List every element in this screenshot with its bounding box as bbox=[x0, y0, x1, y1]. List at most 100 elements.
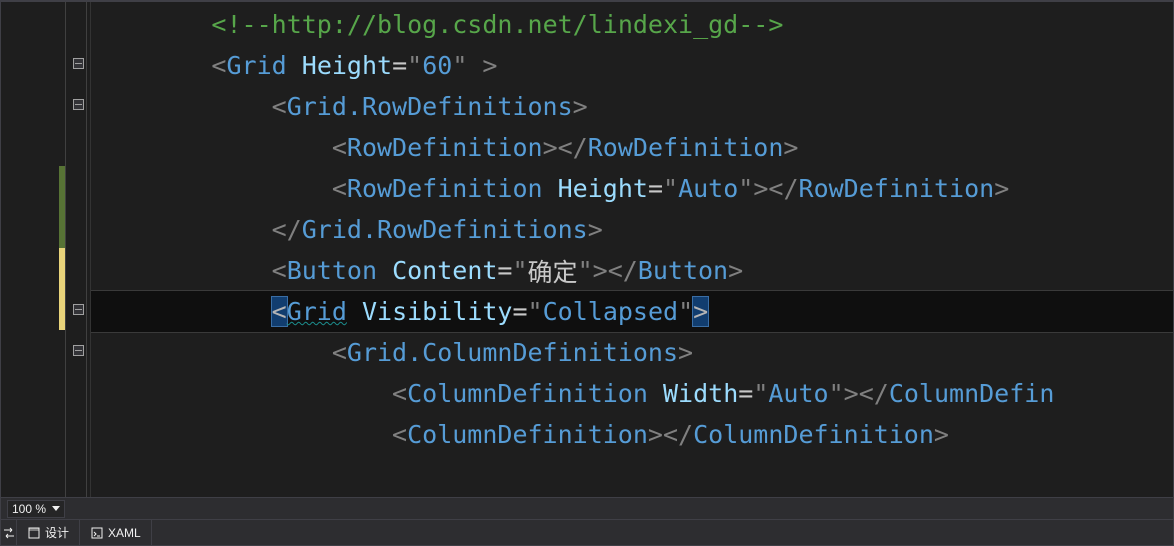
attr-value: Collapsed bbox=[543, 297, 678, 326]
quote: " bbox=[738, 174, 753, 203]
bracket: </ bbox=[558, 133, 588, 162]
change-marker bbox=[59, 248, 65, 289]
fold-toggle-icon[interactable] bbox=[73, 345, 84, 356]
change-marker bbox=[59, 207, 65, 248]
fold-toggle-icon[interactable] bbox=[73, 99, 84, 110]
bracket: > bbox=[753, 174, 768, 203]
equals: = bbox=[648, 174, 663, 203]
bracket: > bbox=[593, 256, 608, 285]
indent bbox=[91, 215, 272, 244]
tag-name: ColumnDefinition bbox=[693, 420, 934, 449]
code-line[interactable]: <!--http://blog.csdn.net/lindexi_gd--> bbox=[91, 4, 1173, 45]
code-line[interactable]: </Grid.RowDefinitions> bbox=[91, 209, 1173, 250]
bracket: > bbox=[994, 174, 1009, 203]
bracket: > bbox=[467, 51, 497, 80]
bracket: </ bbox=[608, 256, 638, 285]
xml-comment-open: <!-- bbox=[211, 10, 271, 39]
bracket: </ bbox=[663, 420, 693, 449]
zoom-combobox[interactable]: 100 % bbox=[7, 500, 65, 518]
gutter-row bbox=[1, 412, 90, 453]
space bbox=[287, 51, 302, 80]
code-line[interactable]: <Grid.ColumnDefinitions> bbox=[91, 332, 1173, 373]
bracket: > bbox=[543, 133, 558, 162]
tab-xaml[interactable]: XAML bbox=[80, 520, 152, 545]
bracket: > bbox=[934, 420, 949, 449]
gutter-row bbox=[1, 166, 90, 207]
code-line[interactable]: <Button Content="确定"></Button> bbox=[91, 250, 1173, 291]
code-line[interactable]: <ColumnDefinition></ColumnDefinition> bbox=[91, 414, 1173, 455]
equals: = bbox=[497, 256, 512, 285]
zoom-bar: 100 % bbox=[1, 497, 1173, 519]
gutter-row bbox=[1, 125, 90, 166]
bracket: </ bbox=[859, 379, 889, 408]
indent bbox=[91, 379, 392, 408]
tag-name: RowDefinition bbox=[588, 133, 784, 162]
gutter-row bbox=[1, 248, 90, 289]
bracket: > bbox=[573, 92, 588, 121]
bottom-tab-strip: 设计 XAML bbox=[1, 519, 1173, 545]
tag-name: ColumnDefinition bbox=[407, 420, 648, 449]
code-line[interactable]: <Grid.RowDefinitions> bbox=[91, 86, 1173, 127]
tag-name: Grid.RowDefinitions bbox=[287, 92, 573, 121]
xml-comment-close: --> bbox=[738, 10, 783, 39]
swap-panes-button[interactable] bbox=[1, 520, 17, 545]
xml-comment-text: http://blog.csdn.net/lindexi_gd bbox=[272, 10, 739, 39]
bracket: > bbox=[728, 256, 743, 285]
bracket: > bbox=[678, 338, 693, 367]
tab-label: XAML bbox=[108, 526, 141, 540]
quote: " bbox=[528, 297, 543, 326]
bracket: < bbox=[332, 174, 347, 203]
gutter-row bbox=[1, 43, 90, 84]
bracket: > bbox=[588, 215, 603, 244]
attr-value: 60 bbox=[422, 51, 452, 80]
indent bbox=[91, 133, 332, 162]
space bbox=[648, 379, 663, 408]
code-line[interactable]: <Grid Height="60" > bbox=[91, 45, 1173, 86]
space bbox=[347, 297, 362, 326]
code-line[interactable]: <RowDefinition></RowDefinition> bbox=[91, 127, 1173, 168]
equals: = bbox=[512, 297, 527, 326]
tab-label: 设计 bbox=[45, 524, 69, 541]
fold-toggle-icon[interactable] bbox=[73, 58, 84, 69]
chevron-down-icon bbox=[52, 506, 60, 511]
attr-value: 确定 bbox=[528, 253, 578, 289]
tag-name: RowDefinition bbox=[347, 174, 543, 203]
bracket: < bbox=[211, 51, 226, 80]
fold-toggle-icon[interactable] bbox=[73, 304, 84, 315]
bracket: > bbox=[783, 133, 798, 162]
change-marker bbox=[59, 166, 65, 207]
code-line-current[interactable]: <Grid Visibility="Collapsed"> bbox=[91, 291, 1173, 332]
code-line[interactable]: <RowDefinition Height="Auto"></RowDefini… bbox=[91, 168, 1173, 209]
tag-name: RowDefinition bbox=[347, 133, 543, 162]
tag-name: ColumnDefin bbox=[889, 379, 1055, 408]
editor-window: <!--http://blog.csdn.net/lindexi_gd--> <… bbox=[0, 0, 1174, 546]
bracket: < bbox=[332, 133, 347, 162]
bracket-highlight: < bbox=[272, 297, 287, 326]
tag-name: RowDefinition bbox=[799, 174, 995, 203]
quote: " bbox=[829, 379, 844, 408]
change-marker bbox=[59, 289, 65, 330]
attr-name: Visibility bbox=[362, 297, 513, 326]
indent bbox=[91, 338, 332, 367]
indent bbox=[91, 256, 272, 285]
bracket: </ bbox=[768, 174, 798, 203]
attr-value: Auto bbox=[678, 174, 738, 203]
bracket: < bbox=[392, 379, 407, 408]
equals: = bbox=[392, 51, 407, 80]
bracket-highlight: > bbox=[693, 297, 708, 326]
indent bbox=[91, 92, 272, 121]
tag-name: Button bbox=[638, 256, 728, 285]
xaml-icon bbox=[90, 526, 104, 540]
tag-name: Button bbox=[287, 256, 377, 285]
attr-value: Auto bbox=[768, 379, 828, 408]
swap-icon bbox=[3, 527, 15, 539]
attr-name: Height bbox=[558, 174, 648, 203]
equals: = bbox=[738, 379, 753, 408]
code-line[interactable]: <ColumnDefinition Width="Auto"></ColumnD… bbox=[91, 373, 1173, 414]
bracket: < bbox=[272, 256, 287, 285]
bracket: < bbox=[332, 338, 347, 367]
tab-design[interactable]: 设计 bbox=[17, 520, 80, 545]
tag-name: Grid.ColumnDefinitions bbox=[347, 338, 678, 367]
code-area[interactable]: <!--http://blog.csdn.net/lindexi_gd--> <… bbox=[91, 2, 1173, 497]
bracket: </ bbox=[272, 215, 302, 244]
